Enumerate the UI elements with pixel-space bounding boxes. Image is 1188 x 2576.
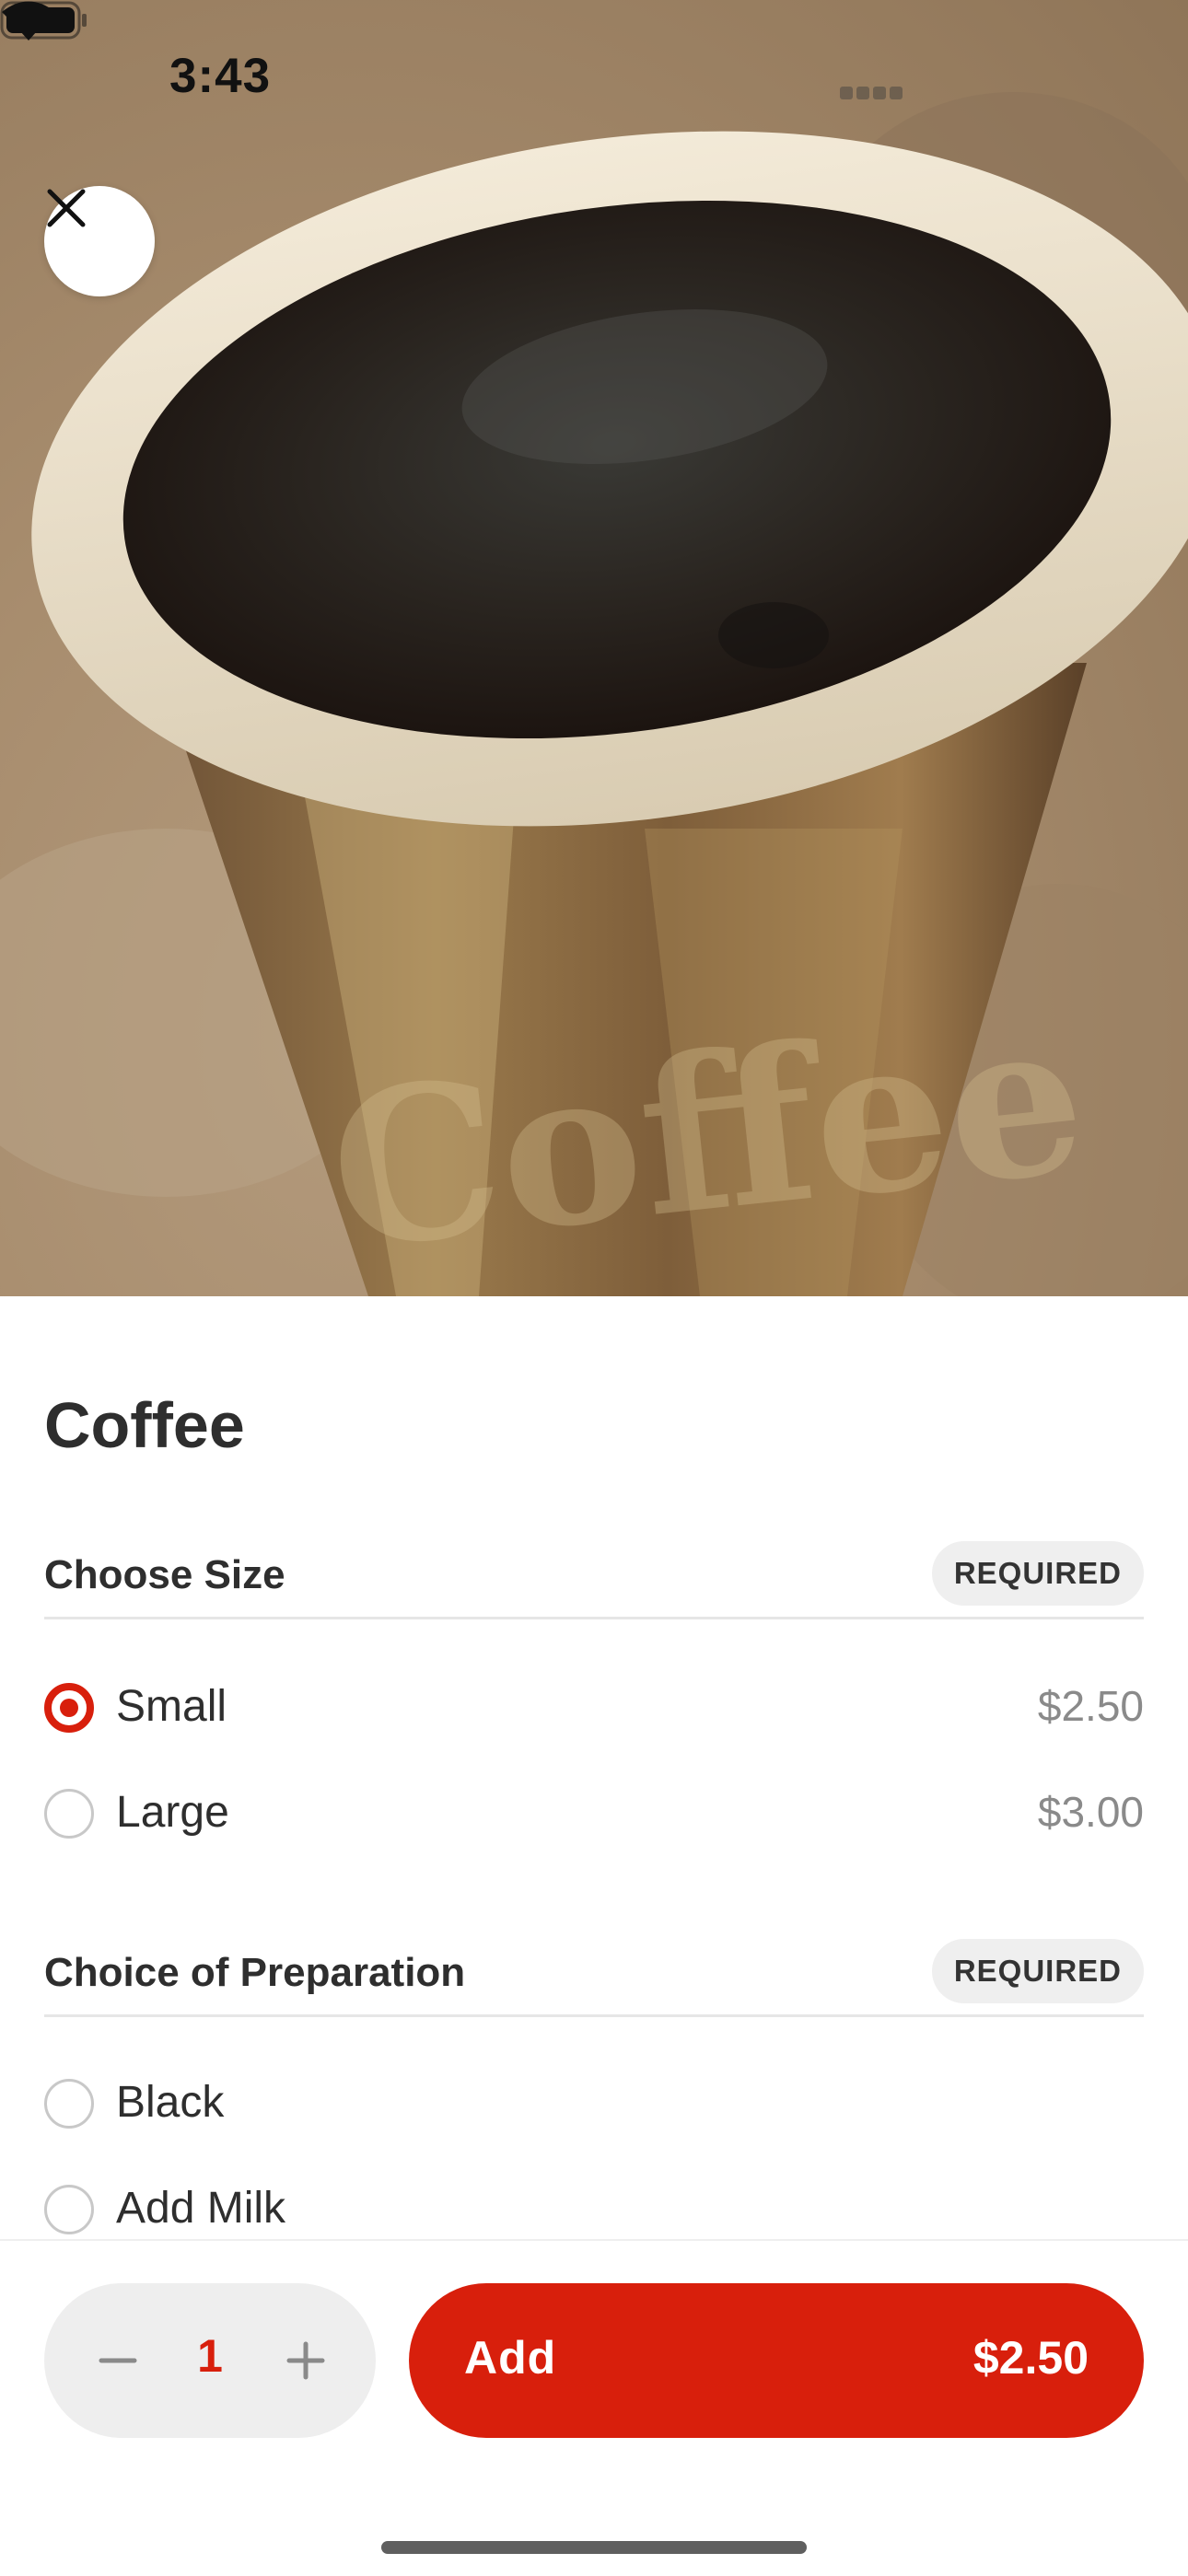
section-title: Choice of Preparation [44, 1950, 466, 1995]
option-large[interactable]: Large $3.00 [44, 1776, 1144, 1853]
increase-quantity-button[interactable] [269, 2324, 343, 2397]
add-to-order-button[interactable]: Add $2.50 [409, 2283, 1144, 2438]
option-small[interactable]: Small $2.50 [44, 1670, 1144, 1747]
radio-unselected-icon[interactable] [44, 1789, 94, 1839]
item-title: Coffee [44, 1389, 245, 1461]
decrease-quantity-button[interactable] [81, 2324, 155, 2397]
item-details: Coffee Choose Size REQUIRED Small $2.50 … [0, 1296, 1188, 2239]
option-price: $3.00 [1037, 1788, 1144, 1836]
status-bar: 3:43 [0, 0, 1188, 138]
add-button-price: $2.50 [973, 2332, 1089, 2384]
hero-image: Coffee 3:43 [0, 0, 1188, 1296]
minus-icon [99, 2358, 137, 2363]
radio-unselected-icon[interactable] [44, 2185, 94, 2234]
option-add-milk[interactable]: Add Milk [44, 2172, 1144, 2239]
plus-icon [286, 2341, 325, 2380]
option-black[interactable]: Black [44, 2066, 1144, 2143]
status-time: 3:43 [169, 49, 272, 103]
section-title: Choose Size [44, 1552, 285, 1597]
home-indicator[interactable] [381, 2541, 807, 2554]
bottom-action-bar: 1 Add $2.50 [0, 2239, 1188, 2576]
battery-icon [0, 1, 87, 40]
radio-unselected-icon[interactable] [44, 2079, 94, 2129]
quantity-value: 1 [197, 2330, 223, 2382]
close-button[interactable] [44, 186, 155, 296]
option-label: Small [116, 1682, 227, 1731]
option-label: Large [116, 1788, 229, 1837]
required-badge: REQUIRED [931, 1541, 1144, 1606]
cellular-signal-icon [840, 87, 904, 99]
section-header-choice-of-preparation: Choice of Preparation REQUIRED [44, 1939, 1144, 2017]
required-badge: REQUIRED [931, 1939, 1144, 2003]
option-label: Add Milk [116, 2184, 286, 2233]
section-header-choose-size: Choose Size REQUIRED [44, 1541, 1144, 1619]
option-label: Black [116, 2078, 225, 2127]
close-icon [47, 189, 86, 227]
coffee-cup-photo: Coffee [0, 92, 1188, 1296]
quantity-stepper: 1 [44, 2283, 376, 2438]
add-button-label: Add [464, 2332, 557, 2384]
option-price: $2.50 [1037, 1682, 1144, 1730]
radio-selected-icon[interactable] [44, 1683, 94, 1733]
